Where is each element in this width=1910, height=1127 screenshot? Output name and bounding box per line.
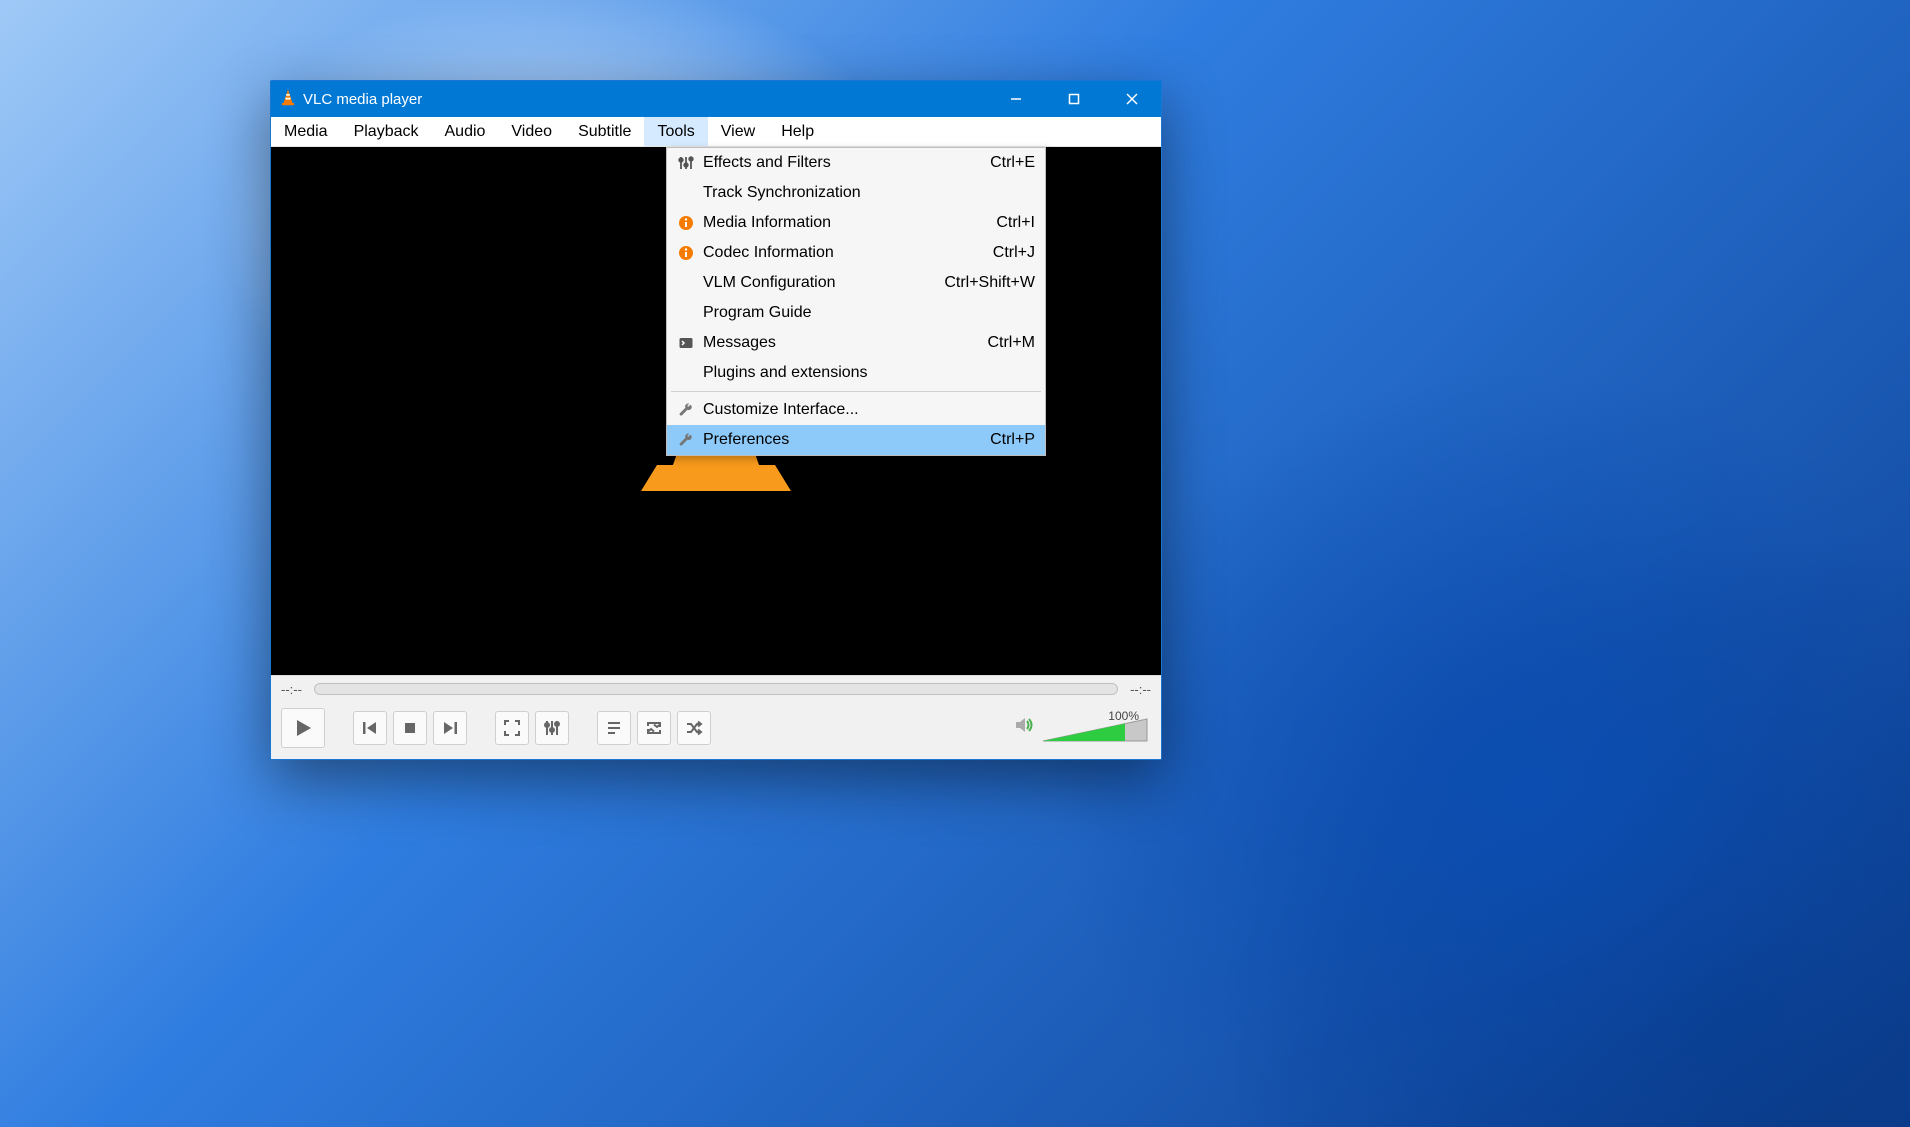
time-remaining[interactable]: --:-- <box>1130 682 1151 697</box>
close-button[interactable] <box>1103 81 1161 117</box>
info-icon <box>673 215 699 231</box>
sliders-icon <box>673 155 699 171</box>
volume-slider[interactable]: 100% <box>1041 711 1151 745</box>
menubar: Media Playback Audio Video Subtitle Tool… <box>271 117 1161 147</box>
menuitem-effects-and-filters[interactable]: Effects and Filters Ctrl+E <box>667 148 1045 178</box>
play-button[interactable] <box>281 708 325 748</box>
menuitem-vlm-configuration[interactable]: VLM Configuration Ctrl+Shift+W <box>667 268 1045 298</box>
menuitem-customize-interface[interactable]: Customize Interface... <box>667 395 1045 425</box>
fullscreen-button[interactable] <box>495 711 529 745</box>
titlebar[interactable]: VLC media player <box>271 81 1161 117</box>
controls-panel: --:-- --:-- <box>271 675 1161 759</box>
menuitem-media-information[interactable]: Media Information Ctrl+I <box>667 208 1045 238</box>
menuitem-preferences[interactable]: Preferences Ctrl+P <box>667 425 1045 455</box>
playlist-button[interactable] <box>597 711 631 745</box>
volume-label: 100% <box>1108 709 1139 723</box>
menu-playback[interactable]: Playback <box>341 117 432 146</box>
menuitem-label: Media Information <box>699 214 980 232</box>
menu-audio[interactable]: Audio <box>432 117 499 146</box>
menuitem-shortcut: Ctrl+J <box>977 244 1035 262</box>
window-title: VLC media player <box>303 91 987 108</box>
menuitem-shortcut: Ctrl+M <box>971 334 1035 352</box>
menuitem-label: Preferences <box>699 431 974 449</box>
next-button[interactable] <box>433 711 467 745</box>
wrench-icon <box>673 432 699 448</box>
menuitem-track-synchronization[interactable]: Track Synchronization <box>667 178 1045 208</box>
menuitem-label: Track Synchronization <box>699 184 1019 202</box>
wrench-icon <box>673 402 699 418</box>
menuitem-label: Messages <box>699 334 971 352</box>
menuitem-codec-information[interactable]: Codec Information Ctrl+J <box>667 238 1045 268</box>
extended-settings-button[interactable] <box>535 711 569 745</box>
shuffle-button[interactable] <box>677 711 711 745</box>
seek-slider[interactable] <box>314 683 1118 695</box>
menuitem-label: Customize Interface... <box>699 401 1019 419</box>
minimize-button[interactable] <box>987 81 1045 117</box>
menu-tools[interactable]: Tools <box>644 117 707 146</box>
menu-subtitle[interactable]: Subtitle <box>565 117 644 146</box>
loop-button[interactable] <box>637 711 671 745</box>
previous-button[interactable] <box>353 711 387 745</box>
menu-view[interactable]: View <box>708 117 768 146</box>
vlc-window: VLC media player Media Playback Audio Vi… <box>270 80 1162 760</box>
menuitem-program-guide[interactable]: Program Guide <box>667 298 1045 328</box>
info-icon <box>673 245 699 261</box>
speaker-icon[interactable] <box>1013 714 1035 741</box>
menu-media[interactable]: Media <box>271 117 341 146</box>
menuitem-plugins-and-extensions[interactable]: Plugins and extensions <box>667 358 1045 388</box>
terminal-icon <box>673 335 699 351</box>
time-elapsed[interactable]: --:-- <box>281 682 302 697</box>
menuitem-shortcut: Ctrl+E <box>974 154 1035 172</box>
menuitem-label: Effects and Filters <box>699 154 974 172</box>
menuitem-label: Program Guide <box>699 304 1019 322</box>
menu-help[interactable]: Help <box>768 117 827 146</box>
menuitem-shortcut: Ctrl+Shift+W <box>928 274 1035 292</box>
tools-dropdown: Effects and Filters Ctrl+E Track Synchro… <box>666 147 1046 456</box>
maximize-button[interactable] <box>1045 81 1103 117</box>
menuitem-shortcut: Ctrl+P <box>974 431 1035 449</box>
menuitem-messages[interactable]: Messages Ctrl+M <box>667 328 1045 358</box>
menu-separator <box>671 391 1041 392</box>
menuitem-shortcut: Ctrl+I <box>980 214 1035 232</box>
menuitem-label: VLM Configuration <box>699 274 928 292</box>
menuitem-label: Codec Information <box>699 244 977 262</box>
stop-button[interactable] <box>393 711 427 745</box>
menu-video[interactable]: Video <box>498 117 565 146</box>
menuitem-label: Plugins and extensions <box>699 364 1019 382</box>
vlc-cone-icon <box>279 88 297 110</box>
